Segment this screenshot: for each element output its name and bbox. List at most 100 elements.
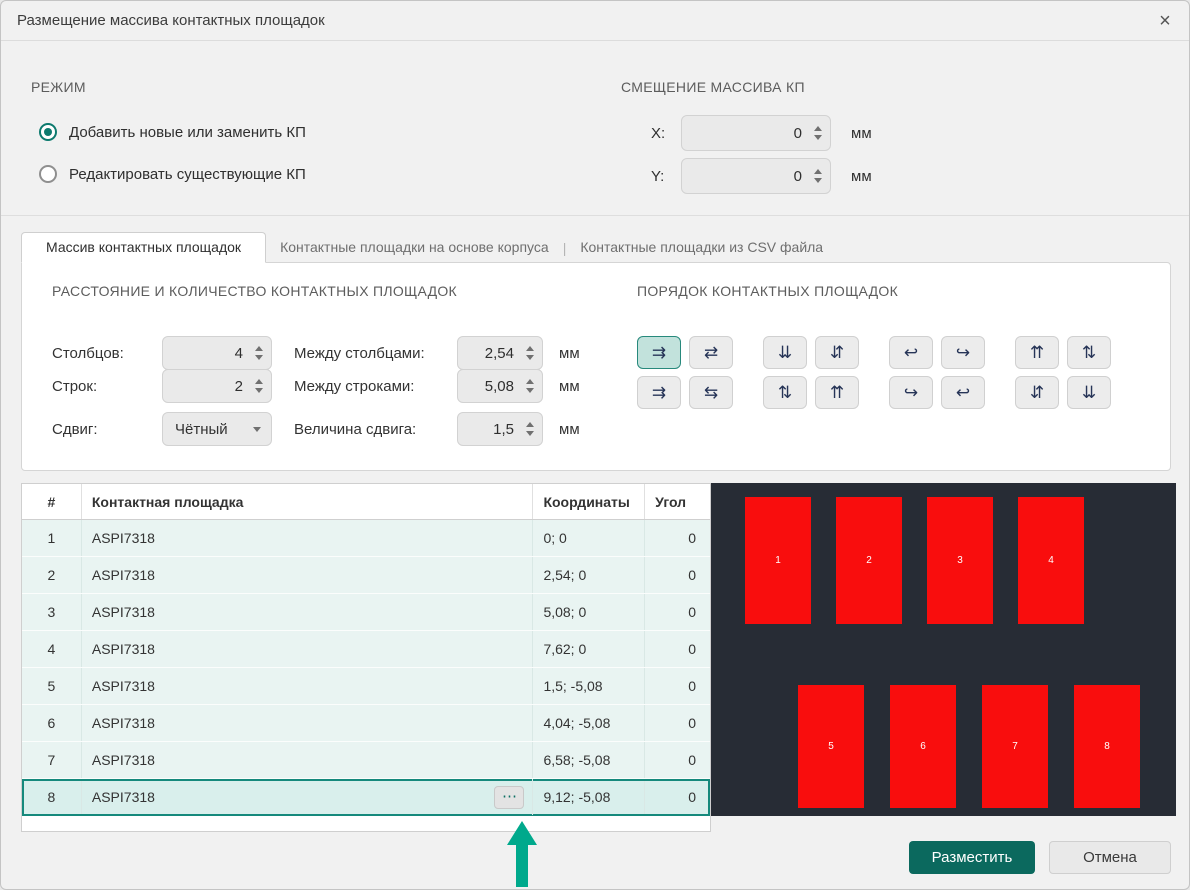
order-pattern-11[interactable]: ⇅ [763, 376, 807, 409]
spin-up-icon[interactable] [526, 422, 534, 427]
offset-x-row: X: 0 мм [651, 115, 872, 151]
spin-up-icon[interactable] [526, 346, 534, 351]
column-spacing-label: Между столбцами: [294, 345, 457, 362]
order-pattern-14[interactable]: ↩ [941, 376, 985, 409]
order-pattern-16[interactable]: ⇊ [1067, 376, 1111, 409]
spin-up-icon[interactable] [814, 169, 822, 174]
order-pattern-15[interactable]: ⇵ [1015, 376, 1059, 409]
row-spacing-value: 5,08 [458, 378, 524, 395]
radio-unchecked-icon[interactable] [39, 165, 57, 183]
table-row[interactable]: 8ASPI7318⋯9,12; -5,080 [22, 779, 710, 816]
preview-pad-8: 8 [1074, 685, 1140, 808]
spinner-arrows[interactable] [253, 346, 271, 360]
pad-table: # Контактная площадка Координаты Угол 1A… [21, 483, 711, 832]
table-row[interactable]: 7ASPI73186,58; -5,080 [22, 742, 710, 779]
place-pad-array-dialog: Размещение массива контактных площадок ×… [0, 0, 1190, 890]
column-spacing-input[interactable]: 2,54 [457, 336, 543, 370]
order-pattern-13[interactable]: ↪ [889, 376, 933, 409]
spin-up-icon[interactable] [255, 346, 263, 351]
spin-down-icon[interactable] [526, 388, 534, 393]
row-spacing-label: Между строками: [294, 378, 457, 395]
table-row[interactable]: 6ASPI73184,04; -5,080 [22, 705, 710, 742]
order-pattern-6[interactable]: ↪ [941, 336, 985, 369]
order-pattern-4[interactable]: ⇵ [815, 336, 859, 369]
close-icon[interactable]: × [1151, 7, 1179, 35]
spin-down-icon[interactable] [526, 431, 534, 436]
radio-checked-icon[interactable] [39, 123, 57, 141]
more-options-button[interactable]: ⋯ [494, 786, 524, 809]
shift-amount-input[interactable]: 1,5 [457, 412, 543, 446]
order-pattern-1[interactable]: ⇉ [637, 336, 681, 369]
spin-down-icon[interactable] [255, 388, 263, 393]
offset-y-label: Y: [651, 168, 681, 185]
order-pattern-8[interactable]: ⇅ [1067, 336, 1111, 369]
spinner-arrows[interactable] [253, 379, 271, 393]
order-pattern-2[interactable]: ⇄ [689, 336, 733, 369]
cell-angle: 0 [645, 705, 710, 741]
shift-amount-unit: мм [559, 421, 580, 438]
columns-input[interactable]: 4 [162, 336, 272, 370]
chevron-down-icon [253, 427, 261, 432]
table-row[interactable]: 5ASPI73181,5; -5,080 [22, 668, 710, 705]
shift-amount-label: Величина сдвига: [294, 421, 457, 438]
spin-up-icon[interactable] [255, 379, 263, 384]
order-pattern-9[interactable]: ⇉ [637, 376, 681, 409]
shift-select-value: Чётный [175, 421, 228, 438]
spin-down-icon[interactable] [814, 135, 822, 140]
order-pattern-12[interactable]: ⇈ [815, 376, 859, 409]
cell-number: 8 [22, 779, 82, 815]
spin-up-icon[interactable] [526, 379, 534, 384]
mode-option-add[interactable]: Добавить новые или заменить КП [39, 120, 306, 144]
cell-number: 6 [22, 705, 82, 741]
order-pattern-10[interactable]: ⇆ [689, 376, 733, 409]
spinner-arrows[interactable] [812, 169, 830, 183]
shift-select[interactable]: Чётный [162, 412, 272, 446]
table-row[interactable]: 3ASPI73185,08; 00 [22, 594, 710, 631]
title-bar: Размещение массива контактных площадок × [1, 1, 1189, 41]
cell-pad-name: ASPI7318 [82, 668, 534, 704]
cell-angle: 0 [645, 631, 710, 667]
cell-coordinates: 6,58; -5,08 [533, 742, 645, 778]
order-pattern-3[interactable]: ⇊ [763, 336, 807, 369]
spin-up-icon[interactable] [814, 126, 822, 131]
cell-angle: 0 [645, 557, 710, 593]
cell-pad-name: ASPI7318 [82, 594, 534, 630]
cancel-button[interactable]: Отмена [1049, 841, 1171, 874]
cell-coordinates: 5,08; 0 [533, 594, 645, 630]
spinner-arrows[interactable] [524, 379, 542, 393]
pad-table-header: # Контактная площадка Координаты Угол [22, 484, 710, 520]
shift-label: Сдвиг: [52, 421, 162, 438]
order-heading: ПОРЯДОК КОНТАКТНЫХ ПЛОЩАДОК [637, 283, 898, 299]
spinner-arrows[interactable] [812, 126, 830, 140]
tab-pad-array[interactable]: Массив контактных площадок [21, 232, 266, 263]
spin-down-icon[interactable] [814, 178, 822, 183]
offset-x-input[interactable]: 0 [681, 115, 831, 151]
table-row[interactable]: 4ASPI73187,62; 00 [22, 631, 710, 668]
rows-input[interactable]: 2 [162, 369, 272, 403]
header-coordinates: Координаты [533, 484, 645, 519]
header-number: # [22, 484, 82, 519]
tab-pads-from-footprint[interactable]: Контактные площадки на основе корпуса [266, 232, 563, 263]
tab-pads-from-csv[interactable]: Контактные площадки из CSV файла [566, 232, 837, 263]
place-button[interactable]: Разместить [909, 841, 1035, 874]
rows-label: Строк: [52, 378, 162, 395]
mode-option-add-label: Добавить новые или заменить КП [69, 124, 306, 141]
offset-y-value: 0 [682, 168, 812, 185]
cell-number: 2 [22, 557, 82, 593]
cell-pad-name: ASPI7318 [82, 557, 534, 593]
mode-option-edit[interactable]: Редактировать существующие КП [39, 162, 306, 186]
cell-pad-name: ASPI7318 [82, 520, 534, 556]
offset-y-input[interactable]: 0 [681, 158, 831, 194]
section-divider [1, 215, 1189, 216]
order-pattern-5[interactable]: ↩ [889, 336, 933, 369]
spinner-arrows[interactable] [524, 346, 542, 360]
spinner-arrows[interactable] [524, 422, 542, 436]
offset-x-label: X: [651, 125, 681, 142]
table-row[interactable]: 2ASPI73182,54; 00 [22, 557, 710, 594]
order-pattern-7[interactable]: ⇈ [1015, 336, 1059, 369]
spin-down-icon[interactable] [526, 355, 534, 360]
spin-down-icon[interactable] [255, 355, 263, 360]
row-spacing-input[interactable]: 5,08 [457, 369, 543, 403]
table-row[interactable]: 1ASPI73180; 00 [22, 520, 710, 557]
pad-array-panel: РАССТОЯНИЕ И КОЛИЧЕСТВО КОНТАКТНЫХ ПЛОЩА… [21, 262, 1171, 471]
